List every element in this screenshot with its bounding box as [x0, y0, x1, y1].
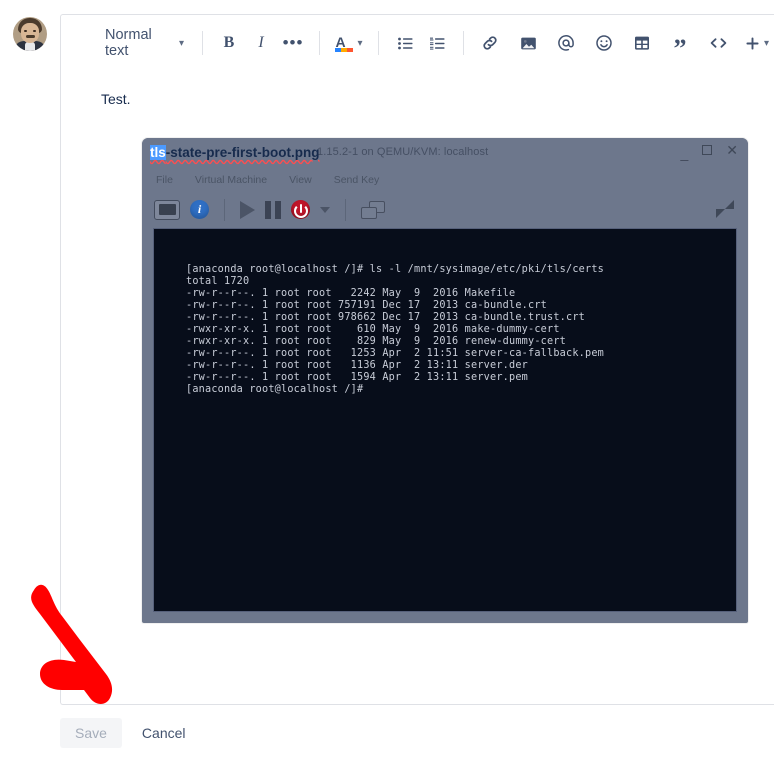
fullscreen-icon[interactable] [716, 200, 734, 218]
info-icon[interactable]: i [190, 200, 209, 219]
save-button[interactable]: Save [60, 718, 122, 748]
numbered-list-button[interactable] [421, 27, 453, 59]
terminal-output: [anaconda root@localhost /]# ls -l /mnt/… [186, 264, 605, 395]
play-icon[interactable] [240, 200, 255, 219]
avatar-face [21, 23, 39, 43]
avatar-shirt [25, 42, 35, 51]
vm-toolbar: i [142, 191, 748, 228]
image-button[interactable] [512, 27, 544, 59]
body-paragraph: Test. [101, 91, 131, 107]
pause-icon[interactable] [265, 200, 281, 219]
mention-icon [558, 35, 574, 51]
mention-button[interactable] [550, 27, 582, 59]
emoji-icon [596, 35, 612, 51]
page-root: Normal text ▾ B I ••• A ▾ ” ▾ Test. 1.15… [0, 0, 774, 765]
avatar[interactable] [13, 17, 47, 51]
avatar-eye-right [33, 30, 36, 32]
avatar-moustache [26, 35, 35, 38]
code-icon [710, 38, 726, 48]
toolbar-divider [463, 31, 464, 55]
vm-menu-send-key[interactable]: Send Key [334, 174, 380, 186]
code-button[interactable] [702, 27, 734, 59]
filename-rest: -state-pre-first-boot.png [165, 145, 320, 160]
attachment-image[interactable]: 1.15.2-1 on QEMU/KVM: localhost _ ✕ File… [142, 138, 748, 623]
vm-toolbar-divider [345, 198, 346, 221]
attachment-filename[interactable]: tls-state-pre-first-boot.png [150, 145, 320, 160]
text-color-swatches [335, 48, 353, 52]
close-icon[interactable]: ✕ [726, 143, 738, 157]
bullet-list-icon [397, 37, 412, 49]
console-icon[interactable] [154, 199, 180, 220]
vm-window-title: 1.15.2-1 on QEMU/KVM: localhost [317, 146, 489, 158]
bold-button[interactable]: B [213, 27, 245, 59]
editor-footer: Save Cancel [60, 718, 192, 748]
editor-toolbar: Normal text ▾ B I ••• A ▾ ” ▾ [61, 15, 774, 71]
minimize-icon[interactable]: _ [680, 146, 688, 160]
text-style-dropdown[interactable]: Normal text ▾ [101, 27, 192, 59]
chevron-down-icon: ▾ [178, 37, 184, 49]
text-style-label: Normal text [105, 27, 152, 59]
avatar-eye-left [24, 30, 27, 32]
italic-button[interactable]: I [245, 27, 277, 59]
cancel-button[interactable]: Cancel [136, 718, 192, 748]
more-formatting-button[interactable]: ••• [277, 27, 309, 59]
vm-menu-virtual-machine[interactable]: Virtual Machine [195, 174, 267, 186]
vm-toolbar-divider [224, 198, 225, 221]
quote-icon: ” [673, 34, 687, 63]
vm-console-screen[interactable]: [anaconda root@localhost /]# ls -l /mnt/… [153, 228, 737, 612]
maximize-icon[interactable] [702, 145, 713, 155]
vm-menu-view[interactable]: View [289, 174, 312, 186]
plus-icon [746, 36, 759, 50]
power-icon[interactable] [291, 200, 310, 219]
table-button[interactable] [626, 27, 658, 59]
toolbar-divider [378, 31, 379, 55]
insert-more-button[interactable]: ▾ [740, 27, 774, 59]
emoji-button[interactable] [588, 27, 620, 59]
link-icon [483, 36, 497, 50]
avatar-image [13, 17, 47, 51]
chevron-down-icon: ▾ [357, 37, 363, 49]
vm-menu-file[interactable]: File [156, 174, 173, 186]
text-color-icon: A [335, 34, 353, 52]
bullet-list-button[interactable] [389, 27, 421, 59]
power-dropdown-icon[interactable] [320, 206, 330, 213]
image-icon [520, 37, 536, 49]
text-color-button[interactable]: A ▾ [330, 27, 368, 59]
table-icon [635, 36, 649, 50]
vm-menubar: File Virtual Machine View Send Key [142, 169, 748, 191]
vm-window-buttons: _ ✕ [680, 143, 738, 160]
snapshot-icon[interactable] [361, 200, 385, 219]
toolbar-divider [202, 31, 203, 55]
link-button[interactable] [474, 27, 506, 59]
editor-content[interactable]: Test. [61, 71, 774, 109]
chevron-down-icon: ▾ [763, 37, 770, 49]
quote-button[interactable]: ” [664, 27, 696, 63]
filename-highlighted: tls [150, 145, 166, 160]
toolbar-divider [319, 31, 320, 55]
numbered-list-icon [429, 37, 444, 50]
